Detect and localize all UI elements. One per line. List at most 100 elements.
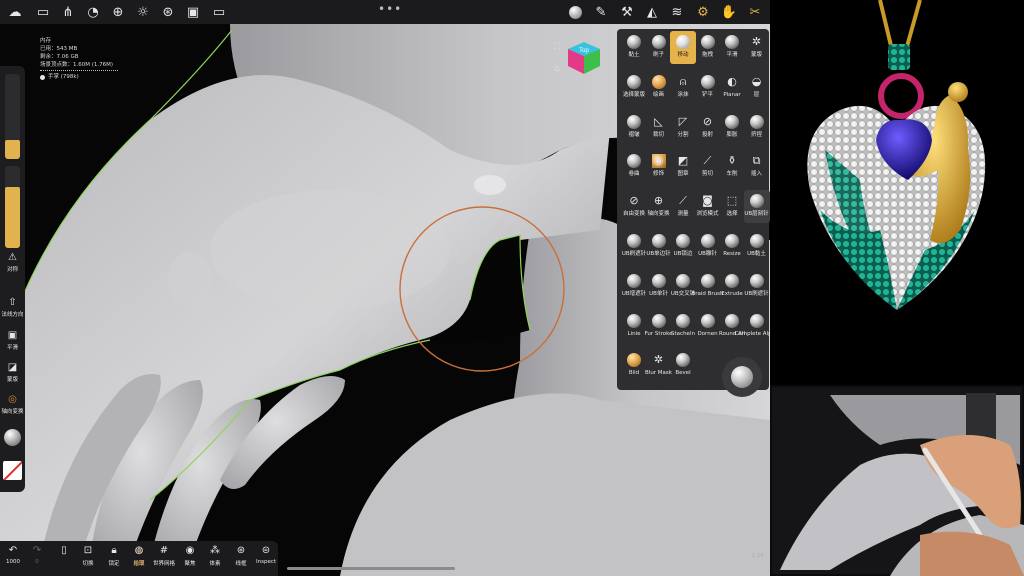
symmetry-icon[interactable]: ◭ [643, 3, 661, 21]
tool-7-2[interactable]: Stacheln [670, 310, 696, 343]
axis-transform-button[interactable]: ◎ 轴向变换 [0, 394, 25, 415]
tool-5-2[interactable]: UB锁边 [670, 230, 696, 263]
tool-5-5[interactable]: UB黏土 [744, 230, 770, 263]
tool-6-0[interactable]: UB增遮针 [621, 270, 647, 303]
tool-8-0[interactable]: Bild [621, 349, 647, 382]
smooth-button[interactable]: ▣ 平滑 [0, 330, 25, 351]
settings-icon[interactable]: ⚙ [694, 3, 712, 21]
tool-1-3[interactable]: 铲平 [695, 71, 721, 104]
tool-8-2[interactable]: Bevel [670, 349, 696, 382]
film-icon[interactable]: ⊛ [159, 3, 177, 21]
brush-stroke-icon[interactable]: ✎ [592, 3, 610, 21]
inspect-button[interactable]: ⊜ Inspect [253, 544, 279, 565]
tool-4-2[interactable]: ⟋ 测量 [670, 190, 696, 223]
tool-2-4[interactable]: 膨胀 [719, 111, 745, 144]
tool-0-4[interactable]: 平滑 [719, 31, 745, 64]
tool-3-0[interactable]: 卷曲 [621, 150, 647, 183]
tool-2-0[interactable]: 褶皱 [621, 111, 647, 144]
sculpt-viewport[interactable]: ☁ ▭ ⋔ ◔ ⊕ ☼ ⊛ ▣ ▭ ••• ✎ ⚒ ◭ ≋ ⚙ ✋ ✂ 内存 已… [0, 0, 770, 576]
home-icon[interactable]: ⌂ [551, 63, 563, 75]
home-indicator[interactable] [287, 567, 455, 570]
symmetry-button[interactable]: ⚠ 对称 [0, 252, 25, 273]
tool-2-5[interactable]: 挤捏 [744, 111, 770, 144]
mask-button[interactable]: ◪ 蒙版 [0, 362, 25, 383]
brush-size-slider[interactable] [5, 74, 20, 159]
tool-0-0[interactable]: 黏土 [621, 31, 647, 64]
tool-icon [676, 273, 690, 288]
tool-2-3[interactable]: ⊘ 投射 [695, 111, 721, 144]
window-menu-dots[interactable]: ••• [378, 2, 402, 16]
tool-4-4[interactable]: ⬚ 选择 [719, 190, 745, 223]
world-grid-button[interactable]: # 世界网格 [151, 544, 177, 567]
tool-8-1[interactable]: ✲ Blur Mask [645, 349, 672, 382]
tool-1-0[interactable]: 选择蒙版 [621, 71, 647, 104]
undo-button[interactable]: ↶ 1000 [0, 544, 26, 565]
tool-icon: ⬚ [726, 194, 738, 208]
voxel-button[interactable]: ⁂ 体素 [202, 544, 228, 567]
cloud-icon[interactable]: ☁ [6, 3, 24, 21]
orientation-cube[interactable]: Top [566, 40, 602, 76]
color-swatch[interactable] [3, 461, 22, 480]
paint-icon[interactable]: ⚒ [618, 3, 636, 21]
tool-0-5[interactable]: ✲ 蒙版 [744, 31, 770, 64]
tool-icon [725, 273, 739, 288]
tool-5-1[interactable]: UB单边针 [646, 230, 672, 263]
tool-3-1[interactable]: ◉ 修饰 [646, 150, 672, 183]
tool-3-5[interactable]: ⧉ 插入 [744, 150, 770, 183]
tool-3-4[interactable]: ⚱ 车削 [719, 150, 745, 183]
hand-icon[interactable]: ✋ [720, 3, 738, 21]
folder-icon[interactable]: ▭ [34, 3, 52, 21]
scene-icon[interactable]: ◔ [84, 3, 102, 21]
material-ball-icon[interactable] [4, 429, 21, 446]
tool-1-1[interactable]: 绘画 [646, 71, 672, 104]
tool-0-2[interactable]: 移动 [670, 31, 696, 64]
brush-intensity-slider[interactable] [5, 166, 20, 248]
tool-5-3[interactable]: UB雕针 [695, 230, 721, 263]
toggle-button[interactable]: ⊡ 切换 [75, 544, 101, 567]
app-window: ☁ ▭ ⋔ ◔ ⊕ ☼ ⊛ ▣ ▭ ••• ✎ ⚒ ◭ ≋ ⚙ ✋ ✂ 内存 已… [0, 0, 1024, 576]
layers-icon[interactable]: ≋ [668, 3, 686, 21]
tool-6-1[interactable]: UB单针 [646, 270, 672, 303]
tool-0-1[interactable]: 刷子 [646, 31, 672, 64]
tool-7-4[interactable]: Round All [719, 310, 745, 343]
device-button[interactable]: ▯ [51, 544, 77, 559]
active-mesh[interactable]: 手掌 (798k) [40, 73, 118, 81]
tool-3-2[interactable]: ◩ 图章 [670, 150, 696, 183]
image-icon[interactable]: ▣ [184, 3, 202, 21]
single-segment-button[interactable]: ⌕ 单段 [126, 544, 152, 567]
tool-4-0[interactable]: ⊘ 自由变换 [621, 190, 647, 223]
tool-4-3[interactable]: ◙ 浏览模式 [695, 190, 721, 223]
normal-direction-button[interactable]: ⇧ 法线方向 [0, 297, 25, 318]
material-sphere-icon[interactable] [566, 3, 584, 21]
tool-7-5[interactable]: Complete Alpha [735, 310, 770, 343]
tool-3-3[interactable]: ⟋ 剪切 [695, 150, 721, 183]
tool-7-1[interactable]: Fur Stroke [645, 310, 672, 343]
share-icon[interactable]: ⋔ [59, 3, 77, 21]
tools-icon[interactable]: ✂ [746, 3, 764, 21]
lock-button[interactable]: 🔒︎ 锁定 [101, 544, 127, 567]
tool-7-0[interactable]: Linie [621, 310, 647, 343]
tool-5-4[interactable]: Resize [719, 230, 745, 263]
tool-5-0[interactable]: UB刷遮针 [621, 230, 647, 263]
tool-0-3[interactable]: 拖拽 [695, 31, 721, 64]
tool-4-5[interactable]: UB层刻针 [743, 190, 770, 224]
tool-6-3[interactable]: Braid Brush [691, 270, 724, 303]
sun-icon[interactable]: ☼ [134, 3, 152, 21]
frame-icon[interactable]: ⛶ [551, 41, 563, 53]
tool-6-2[interactable]: UB交叉针 [670, 270, 696, 303]
globe-icon[interactable]: ⊕ [109, 3, 127, 21]
tool-1-2[interactable]: ⍝ 涂抹 [670, 71, 696, 104]
tool-2-2[interactable]: ◸ 分割 [670, 111, 696, 144]
tool-1-4[interactable]: ◐ Planar [719, 71, 745, 104]
tool-7-3[interactable]: Dornen [695, 310, 721, 343]
wireframe-button[interactable]: ⊛ 线框 [228, 544, 254, 567]
tool-1-5[interactable]: ◒ 层 [744, 71, 770, 104]
current-tool-button[interactable] [722, 357, 762, 397]
video-icon[interactable]: ▭ [210, 3, 228, 21]
tool-4-1[interactable]: ⊕ 轴向变换 [646, 190, 672, 223]
tool-6-5[interactable]: UB刷遮针 [744, 270, 770, 303]
redo-button[interactable]: ↷ 0 [24, 544, 50, 565]
tool-2-1[interactable]: ◺ 裁切 [646, 111, 672, 144]
tool-6-4[interactable]: Extrude [719, 270, 745, 303]
focus-button[interactable]: ◉ 聚焦 [177, 544, 203, 567]
